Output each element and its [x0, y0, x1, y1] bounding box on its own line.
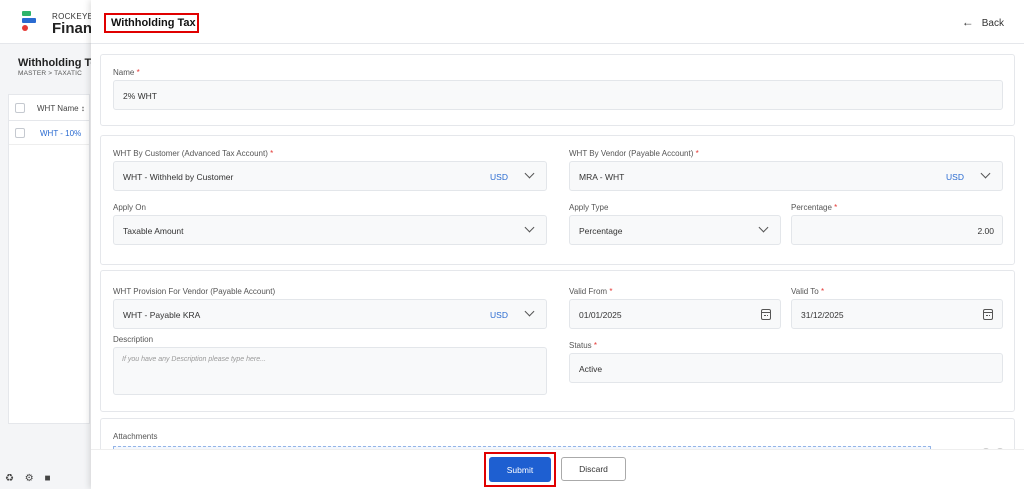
attachments-label: Attachments: [113, 432, 158, 441]
chevron-down-icon[interactable]: [523, 306, 537, 320]
calendar-icon[interactable]: [983, 309, 993, 320]
wht-vendor-label: WHT By Vendor (Payable Account) *: [569, 149, 699, 158]
chevron-down-icon[interactable]: [523, 168, 537, 182]
wht-customer-select[interactable]: WHT - Withheld by Customer USD: [113, 161, 547, 191]
calendar-icon[interactable]: [761, 309, 771, 320]
percentage-label: Percentage *: [791, 203, 838, 212]
valid-from-date[interactable]: 01/01/2025: [569, 299, 781, 329]
description-label: Description: [113, 335, 154, 344]
recycle-icon[interactable]: ♻: [5, 473, 14, 484]
back-button[interactable]: ← Back: [962, 15, 1004, 29]
currency-badge: USD: [490, 172, 508, 182]
wht-table: WHT Name ↕ WHT - 10%: [8, 94, 90, 424]
valid-to-date[interactable]: 31/12/2025: [791, 299, 1003, 329]
description-textarea[interactable]: If you have any Description please type …: [113, 347, 547, 395]
apply-on-label: Apply On: [113, 203, 146, 212]
wht-vendor-select[interactable]: MRA - WHT USD: [569, 161, 1003, 191]
footer-icons: ♻ ⚙ ■: [5, 473, 59, 484]
wht-provision-label: WHT Provision For Vendor (Payable Accoun…: [113, 287, 276, 296]
submit-highlight: Submit: [484, 452, 556, 487]
page-title: Withholding To: [18, 57, 98, 69]
bookmark-icon[interactable]: ■: [45, 473, 51, 484]
apply-on-select[interactable]: Taxable Amount: [113, 215, 547, 245]
percentage-input[interactable]: 2.00: [791, 215, 1003, 245]
breadcrumb: MASTER > TAXATIC: [18, 70, 83, 77]
chevron-down-icon[interactable]: [523, 222, 537, 236]
wht-accounts-section: WHT By Customer (Advanced Tax Account) *…: [100, 135, 1015, 265]
drawer-title: Withholding Tax: [104, 13, 199, 33]
row-wht-name[interactable]: WHT - 10%: [40, 129, 81, 138]
wht-provision-select[interactable]: WHT - Payable KRA USD: [113, 299, 547, 329]
currency-badge: USD: [946, 172, 964, 182]
table-header: WHT Name ↕: [9, 95, 89, 121]
name-section: Name * 2% WHT: [100, 54, 1015, 126]
status-select[interactable]: Active: [569, 353, 1003, 383]
name-label: Name *: [113, 68, 140, 77]
apply-type-label: Apply Type: [569, 203, 609, 212]
name-input[interactable]: 2% WHT: [113, 80, 1003, 110]
column-header-wht-name[interactable]: WHT Name ↕: [37, 104, 85, 113]
chevron-down-icon[interactable]: [757, 222, 771, 236]
submit-button[interactable]: Submit: [489, 457, 551, 482]
status-label: Status *: [569, 341, 598, 350]
provision-section: WHT Provision For Vendor (Payable Accoun…: [100, 270, 1015, 412]
drawer-header: Withholding Tax ← Back: [91, 0, 1024, 44]
wht-customer-label: WHT By Customer (Advanced Tax Account) *: [113, 149, 274, 158]
select-all-checkbox[interactable]: [15, 103, 25, 113]
drawer-footer: Submit Discard: [91, 449, 1024, 489]
arrow-left-icon: ←: [961, 15, 974, 29]
currency-badge: USD: [490, 310, 508, 320]
discard-button[interactable]: Discard: [561, 457, 626, 481]
valid-from-label: Valid From *: [569, 287, 613, 296]
chevron-down-icon[interactable]: [979, 168, 993, 182]
back-label: Back: [981, 18, 1004, 29]
settings-icon[interactable]: ⚙: [25, 473, 34, 484]
valid-to-label: Valid To *: [791, 287, 825, 296]
withholding-tax-drawer: Withholding Tax ← Back Name * 2% WHT WHT …: [91, 0, 1024, 489]
apply-type-select[interactable]: Percentage: [569, 215, 781, 245]
table-row[interactable]: WHT - 10%: [9, 121, 89, 145]
app-logo-icon: [22, 11, 40, 33]
row-checkbox[interactable]: [15, 128, 25, 138]
